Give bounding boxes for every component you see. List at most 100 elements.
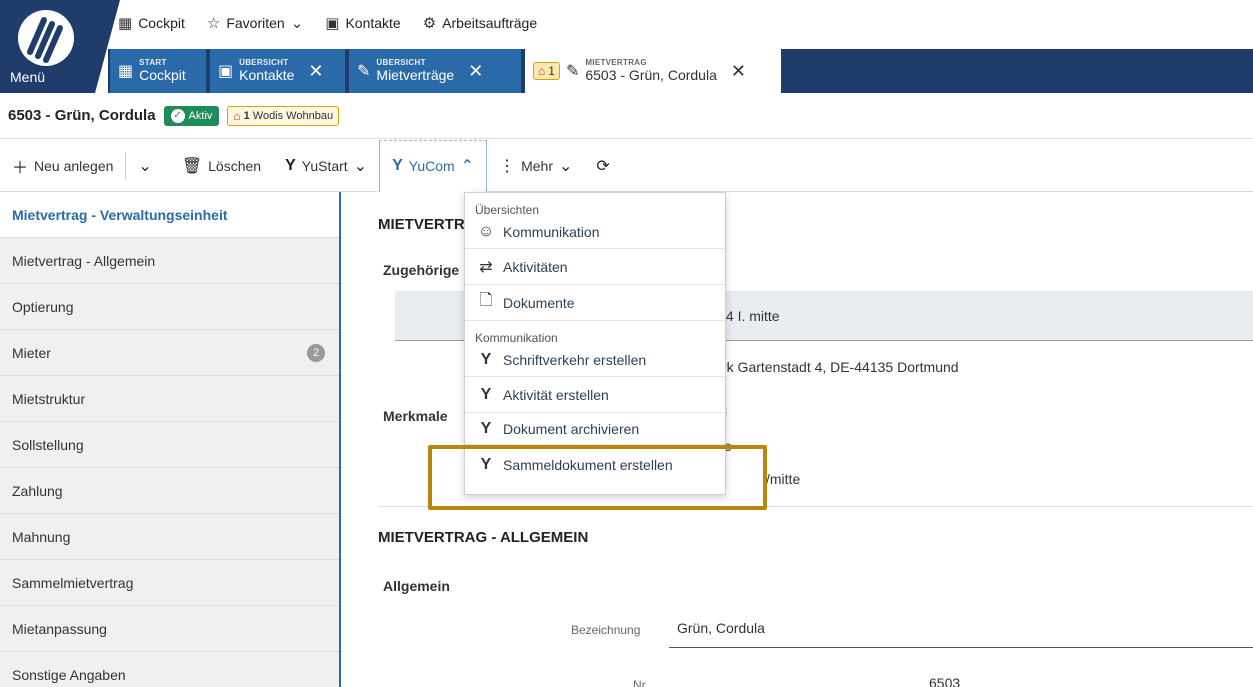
- sidebar-item-label: Mietstruktur: [12, 390, 86, 407]
- nav-cockpit-label: Cockpit: [138, 15, 185, 31]
- chevron-down-icon: ⌄: [290, 15, 304, 32]
- unit-row-text: /4 I. mitte: [722, 308, 780, 324]
- nr-field[interactable]: 6503: [929, 675, 960, 687]
- tasks-icon: ⚙: [422, 15, 437, 32]
- delete-button[interactable]: 🗑 Löschen: [170, 140, 273, 192]
- nav-favoriten-label: Favoriten: [226, 15, 285, 31]
- tab-mietvertraege-small: ÜBERSICHT: [376, 57, 426, 67]
- sidebar-item-verwaltungseinheit[interactable]: Mietvertrag - Verwaltungseinheit: [0, 192, 339, 238]
- sidebar-item-mahnung[interactable]: Mahnung: [0, 514, 339, 560]
- sidebar-item-sollstellung[interactable]: Sollstellung: [0, 422, 339, 468]
- tab-cockpit[interactable]: ▦ START Cockpit: [110, 49, 206, 93]
- yucom-icon: Y: [480, 456, 492, 473]
- menu-item-aktivitaeten[interactable]: ⇄ Aktivitäten: [465, 249, 725, 285]
- nav-favoriten[interactable]: ☆ Favoriten ⌄: [207, 14, 303, 32]
- bezeichnung-label: Bezeichnung: [571, 623, 641, 637]
- menu-item-aktivitaet-erstellen[interactable]: Y Aktivität erstellen: [465, 377, 725, 413]
- house-icon: ⌂: [233, 108, 241, 123]
- close-icon[interactable]: ✕: [731, 61, 746, 82]
- nav-kontakte[interactable]: ▣ Kontakte: [325, 14, 400, 32]
- bezeichnung-field[interactable]: Grün, Cordula: [677, 620, 765, 636]
- document-icon: 🗋: [479, 292, 493, 309]
- menu-item-kommunikation[interactable]: ☺ Kommunikation: [465, 215, 725, 249]
- unit-badge-count: 1: [548, 64, 555, 78]
- nr-label: Nr.: [633, 678, 649, 687]
- menu-item-dokument-archivieren[interactable]: Y Dokument archivieren: [465, 413, 725, 445]
- menu-item-label: Sammeldokument erstellen: [503, 457, 673, 473]
- nav-kontakte-label: Kontakte: [345, 15, 401, 31]
- refresh-icon: ⟳: [596, 157, 610, 175]
- tab-kontakte[interactable]: ▣ ÜBERSICHT Kontakte ✕: [210, 49, 345, 93]
- yucom-button[interactable]: Y YuCom ⌃: [379, 139, 488, 192]
- tab-cockpit-small: START: [139, 57, 167, 67]
- menu-item-label: Aktivitäten: [503, 258, 568, 275]
- allgemein-label: Allgemein: [383, 578, 450, 594]
- menu-item-label: Schriftverkehr erstellen: [503, 351, 647, 368]
- merkmale-label: Merkmale: [383, 408, 448, 424]
- wohnbau-badge[interactable]: ⌂ 1 Wodis Wohnbau: [227, 105, 340, 126]
- sidebar-item-optierung[interactable]: Optierung: [0, 284, 339, 330]
- refresh-button[interactable]: ⟳: [584, 140, 621, 192]
- sidebar-item-sammelmietvertrag[interactable]: Sammelmietvertrag: [0, 560, 339, 606]
- sidebar-item-label: Sonstige Angaben: [12, 666, 126, 683]
- tab-active-small: MIETVERTRAG: [585, 57, 647, 67]
- menu-item-sammeldokument-erstellen[interactable]: Y Sammeldokument erstellen: [465, 445, 725, 485]
- more-button[interactable]: ⋮ Mehr ⌄: [487, 140, 584, 192]
- section-title-verwaltungseinheit: MIETVERTR: [378, 216, 465, 233]
- tab-mietvertraege-label: Mietverträge: [376, 66, 455, 83]
- dropdown-group-kommunikation: Kommunikation: [475, 331, 558, 345]
- sidebar-item-mietanpassung[interactable]: Mietanpassung: [0, 606, 339, 652]
- unit-badge: ⌂ 1: [533, 62, 560, 80]
- contacts-icon: ▣: [325, 15, 340, 32]
- dropdown-group-uebersichten: Übersichten: [475, 203, 540, 217]
- new-dropdown-button[interactable]: ⌄: [126, 140, 163, 192]
- sidebar-item-label: Mahnung: [12, 528, 71, 545]
- yustart-button[interactable]: Y YuStart ⌄: [273, 140, 379, 192]
- chat-icon: ☺: [477, 222, 495, 240]
- sidebar-item-mieter[interactable]: Mieter 2: [0, 330, 339, 376]
- close-icon[interactable]: ✕: [468, 61, 483, 82]
- menu-item-label: Dokument archivieren: [503, 420, 640, 437]
- menu-item-label: Aktivität erstellen: [503, 386, 609, 403]
- menu-item-label: Kommunikation: [503, 223, 600, 240]
- more-label: Mehr: [521, 157, 553, 174]
- section-divider: [378, 506, 1253, 507]
- new-button[interactable]: ＋ Neu anlegen: [0, 140, 125, 192]
- sidebar-item-label: Sollstellung: [12, 436, 84, 453]
- menu-item-dokumente[interactable]: 🗋 Dokumente: [465, 285, 725, 321]
- chevron-down-icon: ⌄: [353, 157, 368, 175]
- nav-cockpit[interactable]: ▦ Cockpit: [118, 14, 185, 32]
- plus-icon: ＋: [12, 159, 29, 177]
- close-icon[interactable]: ✕: [308, 61, 323, 82]
- sidebar-item-allgemein[interactable]: Mietvertrag - Allgemein: [0, 238, 339, 284]
- tab-kontakte-label: Kontakte: [239, 66, 295, 83]
- sidebar-item-mietstruktur[interactable]: Mietstruktur: [0, 376, 339, 422]
- sidebar-item-zahlung[interactable]: Zahlung: [0, 468, 339, 514]
- count-badge: 2: [307, 343, 325, 362]
- menu-button[interactable]: Menü: [10, 69, 45, 85]
- sidebar: Mietvertrag - Verwaltungseinheit Mietver…: [0, 192, 341, 687]
- tab-kontakte-small: ÜBERSICHT: [239, 57, 289, 67]
- chevron-down-icon: ⌄: [558, 157, 573, 175]
- menu-item-schriftverkehr-erstellen[interactable]: Y Schriftverkehr erstellen: [465, 343, 725, 377]
- yucom-icon: Y: [480, 350, 492, 368]
- sidebar-item-label: Zahlung: [12, 482, 63, 499]
- mitte-text: /mitte: [766, 471, 801, 487]
- sidebar-item-label: Optierung: [12, 298, 74, 315]
- new-button-label: Neu anlegen: [34, 157, 114, 174]
- yucom-dropdown-menu: Übersichten ☺ Kommunikation ⇄ Aktivitäte…: [464, 192, 726, 495]
- tab-mietvertrag-active[interactable]: ⌂ 1 ✎ MIETVERTRAG 6503 - Grün, Cordula ✕: [525, 49, 781, 93]
- section-title-allgemein: MIETVERTRAG - ALLGEMEIN: [378, 529, 589, 546]
- nav-arbeitsauftraege[interactable]: ⚙ Arbeitsaufträge: [423, 14, 537, 32]
- sidebar-item-label: Mietvertrag - Verwaltungseinheit: [12, 206, 228, 223]
- wohnbau-count: 1: [243, 109, 250, 122]
- yustart-label: YuStart: [301, 157, 348, 174]
- tab-cockpit-label: Cockpit: [139, 66, 186, 83]
- record-header: 6503 - Grün, Cordula ✓ Aktiv ⌂ 1 Wodis W…: [0, 93, 1253, 139]
- sidebar-item-label: Mieter: [12, 344, 51, 361]
- activity-icon: ⇄: [479, 258, 493, 276]
- contacts-icon: ▣: [218, 63, 234, 80]
- sidebar-item-sonstige-angaben[interactable]: Sonstige Angaben: [0, 652, 339, 687]
- tab-mietvertraege[interactable]: ✎ ÜBERSICHT Mietverträge ✕: [349, 49, 521, 93]
- sidebar-item-label: Mietanpassung: [12, 620, 107, 637]
